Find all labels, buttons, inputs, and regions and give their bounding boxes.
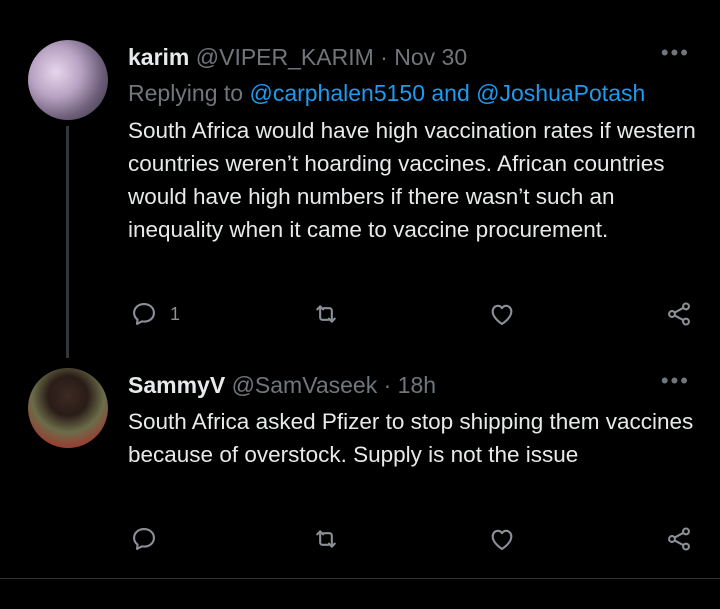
tweet-header: SammyV @SamVaseek · 18h	[128, 372, 436, 399]
share-button[interactable]	[665, 525, 693, 553]
divider	[0, 578, 720, 579]
display-name[interactable]: SammyV	[128, 372, 225, 398]
retweet-icon	[316, 530, 336, 548]
heart-icon	[491, 529, 513, 550]
tweet-actions	[128, 525, 698, 555]
user-handle[interactable]: @SamVaseek	[232, 372, 378, 398]
share-icon	[668, 527, 690, 551]
like-button[interactable]	[488, 525, 516, 553]
tweet-text: South Africa asked Pfizer to stop shippi…	[128, 409, 694, 467]
reply-button[interactable]	[130, 525, 158, 553]
timestamp[interactable]: 18h	[398, 372, 436, 398]
separator-dot: ·	[383, 372, 392, 398]
avatar[interactable]	[28, 368, 108, 448]
tweet[interactable]: SammyV @SamVaseek · 18h ••• South Africa…	[0, 0, 720, 609]
retweet-button[interactable]	[312, 525, 340, 553]
more-options-icon[interactable]: •••	[661, 368, 690, 394]
reply-icon	[133, 528, 155, 550]
